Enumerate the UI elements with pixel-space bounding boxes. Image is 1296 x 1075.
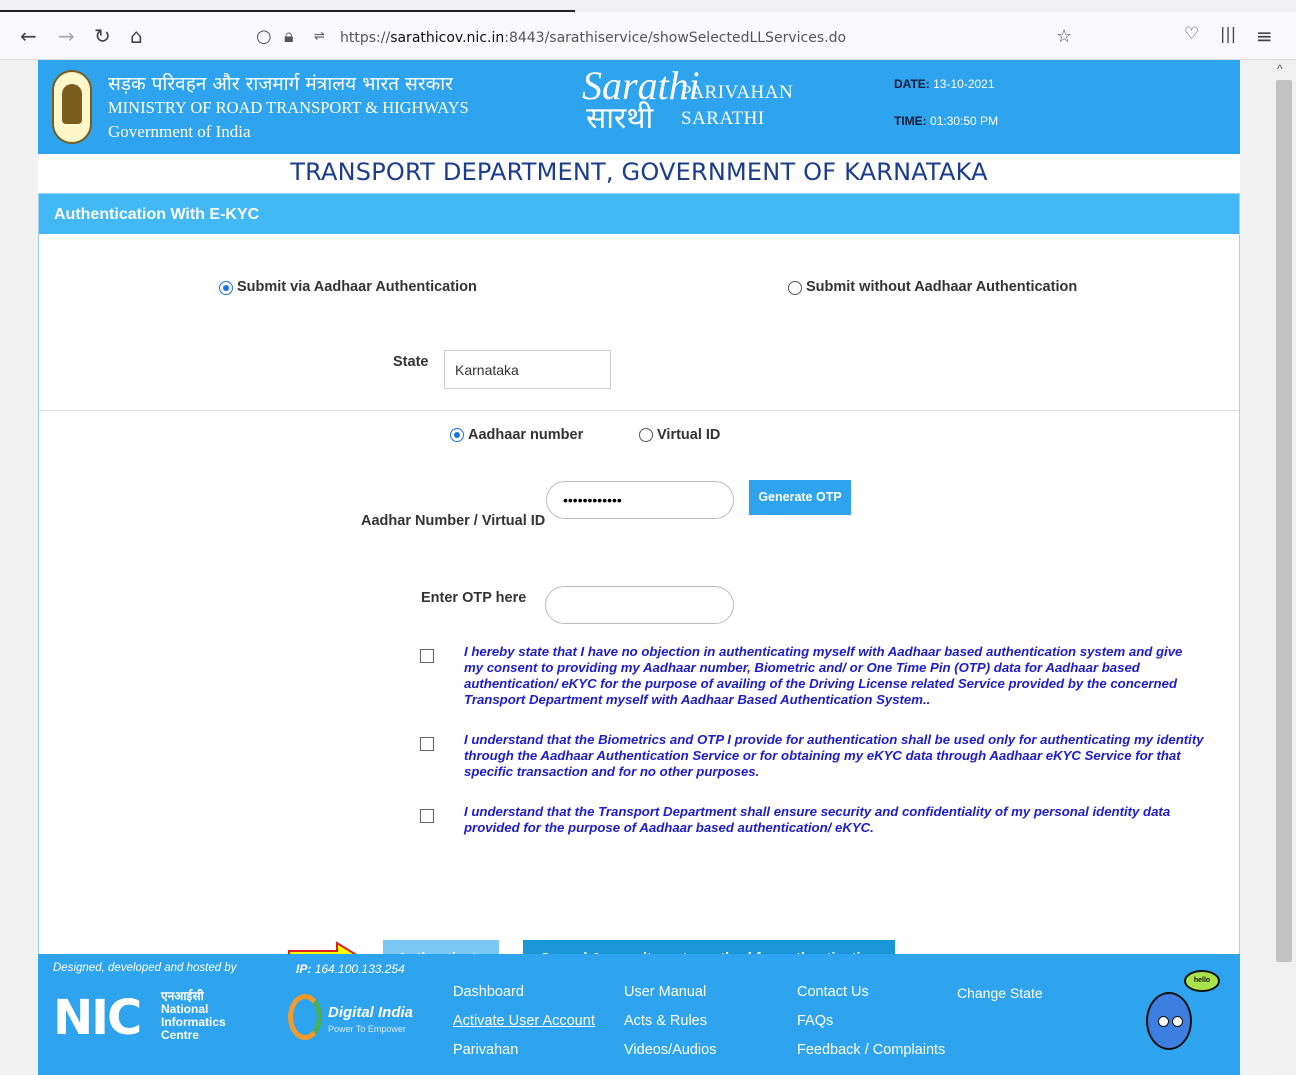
- lock-icon[interactable]: 🔒︎: [284, 26, 294, 47]
- site-header: सड़क परिवहन और राजमार्ग मंत्रालय भारत सर…: [38, 60, 1240, 154]
- state-field[interactable]: [444, 350, 611, 389]
- declaration-2: I understand that the Biometrics and OTP…: [464, 732, 1204, 779]
- footer-link-videos[interactable]: Videos/Audios: [624, 1042, 716, 1058]
- page-viewport: सड़क परिवहन और राजमार्ग मंत्रालय भारत सर…: [0, 60, 1272, 1075]
- forward-icon[interactable]: →: [58, 24, 75, 48]
- ekyc-panel: Authentication With E-KYC Submit via Aad…: [38, 193, 1240, 978]
- pocket-icon[interactable]: ♡: [1184, 24, 1199, 44]
- declaration-3: I understand that the Transport Departme…: [464, 804, 1171, 835]
- consent-checkbox-3[interactable]: [420, 809, 434, 823]
- virtual-id-label[interactable]: Virtual ID: [657, 427, 720, 443]
- library-icon[interactable]: |||: [1220, 24, 1236, 43]
- date-display: DATE: 13-10-2021: [894, 77, 995, 91]
- ip-display: IP: 164.100.133.254: [296, 962, 405, 976]
- designed-by-text: Designed, developed and hosted by: [53, 962, 237, 974]
- back-icon[interactable]: ←: [20, 24, 37, 48]
- time-display: TIME: 01:30:50 PM: [894, 114, 999, 128]
- generate-otp-button[interactable]: Generate OTP: [749, 480, 851, 515]
- aadhaar-number-label[interactable]: Aadhaar number: [468, 427, 583, 443]
- footer-link-contact[interactable]: Contact Us: [797, 984, 869, 1000]
- footer-link-dashboard[interactable]: Dashboard: [453, 984, 524, 1000]
- shield-icon[interactable]: ○: [256, 26, 272, 47]
- footer-link-change-state[interactable]: Change State: [957, 985, 1043, 1001]
- mascot-icon[interactable]: [1146, 992, 1192, 1050]
- footer-link-parivahan[interactable]: Parivahan: [453, 1042, 518, 1058]
- scrollbar-thumb[interactable]: [1276, 80, 1292, 962]
- digital-india-text: Digital India: [328, 1004, 414, 1021]
- brand-sarathi: SARATHI: [681, 108, 765, 129]
- site-footer: Designed, developed and hosted by IP: 16…: [38, 954, 1240, 1075]
- bookmark-star-icon[interactable]: ☆: [1056, 26, 1072, 47]
- footer-link-manual[interactable]: User Manual: [624, 984, 706, 1000]
- url-text[interactable]: https://sarathicov.nic.in:8443/sarathise…: [340, 30, 846, 46]
- declaration-1: I hereby state that I have no objection …: [464, 644, 1183, 707]
- page-container: सड़क परिवहन और राजमार्ग मंत्रालय भारत सर…: [38, 60, 1240, 1075]
- footer-link-activate[interactable]: Activate User Account: [453, 1013, 595, 1029]
- aadhar-number-input[interactable]: [546, 481, 734, 519]
- footer-link-feedback[interactable]: Feedback / Complaints: [797, 1042, 945, 1058]
- digital-india-icon: [288, 994, 322, 1040]
- scroll-up-icon[interactable]: ^: [1277, 62, 1283, 76]
- menu-icon[interactable]: ≡: [1256, 24, 1273, 48]
- submit-via-aadhaar-radio[interactable]: [219, 281, 233, 295]
- nic-line-3: Centre: [161, 1028, 200, 1042]
- panel-title: Authentication With E-KYC: [54, 206, 260, 223]
- panel-header: Authentication With E-KYC: [39, 194, 1239, 234]
- sarathi-logo-hindi: सारथी: [586, 101, 654, 136]
- digital-india-logo: Digital India Power To Empower: [288, 994, 418, 1044]
- ministry-name-english: MINISTRY OF ROAD TRANSPORT & HIGHWAYS: [108, 98, 469, 117]
- section-divider: [39, 410, 1239, 411]
- otp-input[interactable]: [545, 586, 734, 624]
- url-bar[interactable]: ○ 🔒︎ ⇌ https://sarathicov.nic.in:8443/sa…: [248, 20, 1086, 54]
- otp-label: Enter OTP here: [421, 590, 527, 606]
- consent-checkbox-2[interactable]: [420, 737, 434, 751]
- consent-checkbox-1[interactable]: [420, 649, 434, 663]
- mascot-speech-bubble: hello: [1184, 970, 1220, 992]
- footer-link-faqs[interactable]: FAQs: [797, 1013, 833, 1029]
- submit-via-aadhaar-label[interactable]: Submit via Aadhaar Authentication: [237, 279, 477, 295]
- browser-toolbar: ← → ↻ ⌂ ○ 🔒︎ ⇌ https://sarathicov.nic.in…: [0, 0, 1296, 60]
- submit-without-aadhaar-label[interactable]: Submit without Aadhaar Authentication: [806, 279, 1077, 295]
- aadhar-number-label: Aadhar Number / Virtual ID: [361, 513, 546, 529]
- nic-logo: NIC एनआईसी National Informatics Centre: [53, 989, 226, 1046]
- sarathi-logo: Sarathi सारथी: [582, 63, 700, 136]
- permissions-icon[interactable]: ⇌: [314, 29, 325, 44]
- national-emblem-icon: [52, 70, 92, 144]
- digital-india-tagline: Power To Empower: [328, 1024, 406, 1034]
- footer-link-acts[interactable]: Acts & Rules: [624, 1013, 707, 1029]
- brand-parivahan: PARIVAHAN: [681, 82, 794, 103]
- state-label: State: [393, 354, 429, 370]
- submit-without-aadhaar-radio[interactable]: [788, 281, 802, 295]
- home-icon[interactable]: ⌂: [130, 24, 143, 48]
- virtual-id-radio[interactable]: [639, 428, 653, 442]
- reload-icon[interactable]: ↻: [94, 24, 111, 48]
- aadhaar-number-radio[interactable]: [450, 428, 464, 442]
- government-label: Government of India: [108, 122, 251, 141]
- active-tab-indicator: [0, 10, 575, 12]
- department-title: TRANSPORT DEPARTMENT, GOVERNMENT OF KARN…: [290, 158, 988, 186]
- ministry-name-hindi: सड़क परिवहन और राजमार्ग मंत्रालय भारत सर…: [108, 73, 453, 95]
